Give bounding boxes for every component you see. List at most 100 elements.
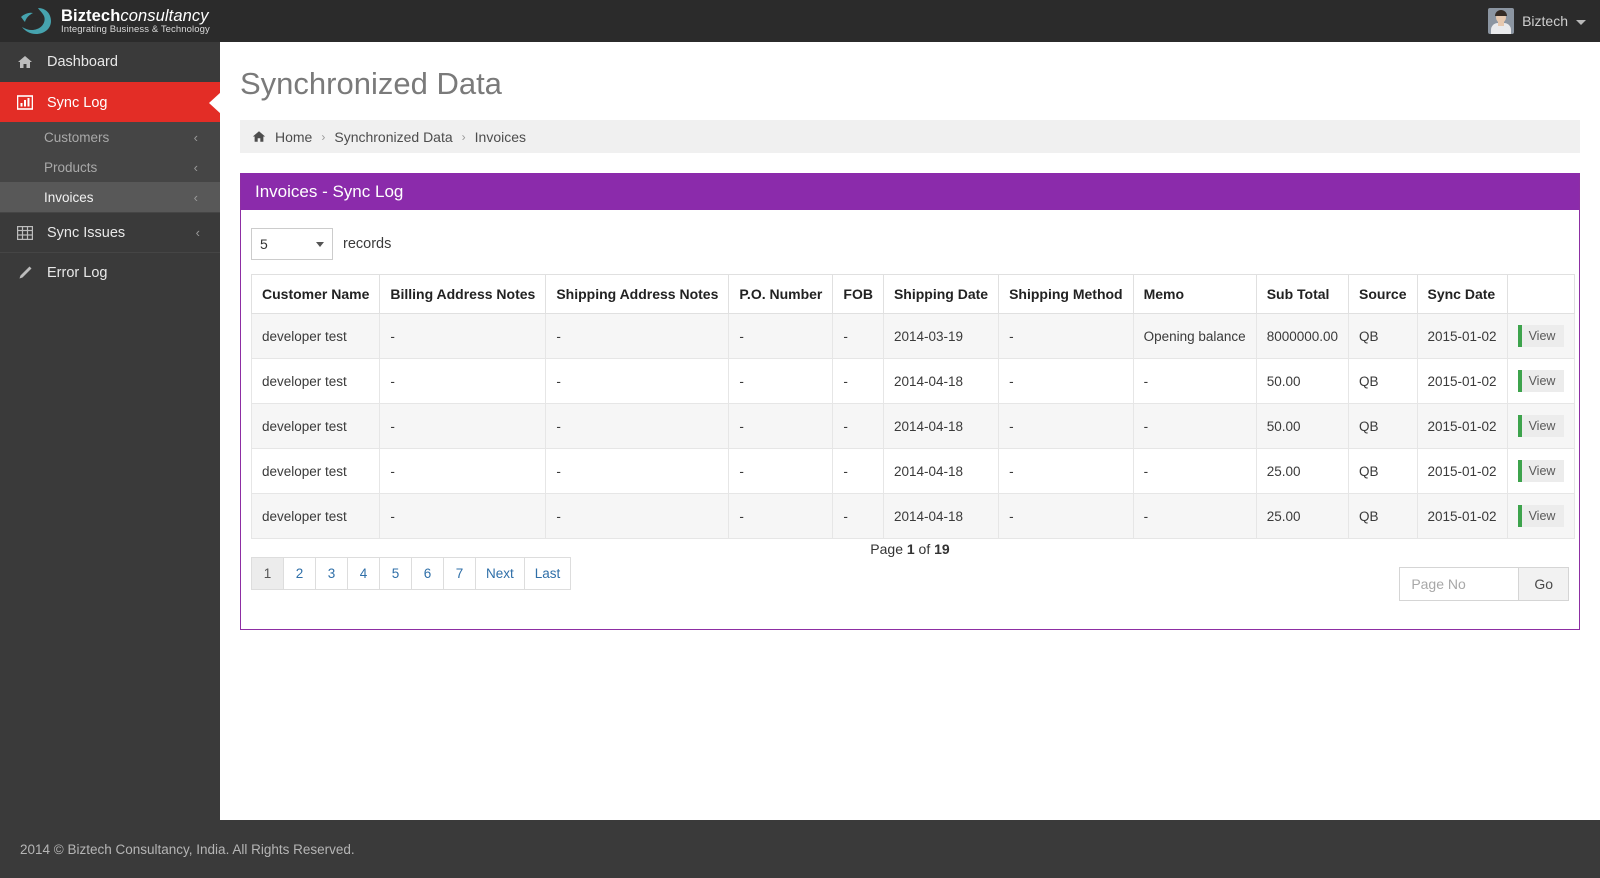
sidebar-subitem-label: Customers xyxy=(44,129,110,145)
view-button[interactable]: View xyxy=(1517,460,1565,482)
column-header-actions xyxy=(1506,274,1576,314)
records-per-page-select[interactable]: 5 xyxy=(251,228,333,260)
table-cell: - xyxy=(998,313,1134,359)
table-cell-actions: View xyxy=(1506,403,1576,449)
table-cell: QB xyxy=(1348,358,1418,404)
breadcrumb-item-invoices[interactable]: Invoices xyxy=(475,129,526,145)
user-menu[interactable]: Biztech xyxy=(1488,0,1586,42)
sidebar-subitem-customers[interactable]: Customers ‹ xyxy=(0,122,220,152)
swoosh-logo-icon xyxy=(18,6,52,36)
pagination-item-next[interactable]: Next xyxy=(476,558,525,589)
table-cell: - xyxy=(832,493,884,539)
page-no-input[interactable] xyxy=(1399,567,1520,601)
sidebar-item-sync-issues[interactable]: Sync Issues ‹ xyxy=(0,212,220,252)
table-grid-icon xyxy=(16,225,33,240)
pagination-item-3[interactable]: 3 xyxy=(316,558,348,589)
column-header-po-number: P.O. Number xyxy=(728,274,834,314)
table-cell: QB xyxy=(1348,448,1418,494)
breadcrumb: Home › Synchronized Data › Invoices xyxy=(240,120,1580,153)
table-cell: - xyxy=(545,493,730,539)
records-per-page-row: 5 records xyxy=(251,224,1569,274)
brand-tagline: Integrating Business & Technology xyxy=(61,24,210,36)
pagination: 1 2 3 4 5 6 7 Next Last xyxy=(251,557,572,590)
table-cell: - xyxy=(379,358,547,404)
sidebar-item-label: Error Log xyxy=(47,264,108,281)
table-cell-actions: View xyxy=(1506,358,1576,404)
footer-copyright: 2014 © Biztech Consultancy, India. All R… xyxy=(20,841,355,857)
home-icon xyxy=(16,55,33,69)
table-cell: 25.00 xyxy=(1255,493,1350,539)
table-cell: - xyxy=(832,403,884,449)
brand-title: Biztechconsultancy xyxy=(61,8,210,25)
panel-title: Invoices - Sync Log xyxy=(255,181,404,201)
table-cell: 2015-01-02 xyxy=(1416,448,1508,494)
table-cell: 50.00 xyxy=(1255,358,1350,404)
pagination-item-6[interactable]: 6 xyxy=(412,558,444,589)
column-header-customer-name: Customer Name xyxy=(250,274,381,314)
pagination-item-last[interactable]: Last xyxy=(524,558,571,589)
sidebar-item-dashboard[interactable]: Dashboard xyxy=(0,42,220,82)
table-cell: - xyxy=(379,448,547,494)
chevron-left-icon: ‹ xyxy=(193,189,198,205)
page-indicator: Page 1 of 19 xyxy=(870,541,949,557)
breadcrumb-separator-icon: › xyxy=(461,129,466,144)
column-header-fob: FOB xyxy=(832,274,884,314)
table-cell: - xyxy=(379,313,547,359)
user-name-label: Biztech xyxy=(1522,13,1568,29)
view-button[interactable]: View xyxy=(1517,415,1565,437)
home-icon xyxy=(252,130,266,143)
pagination-item-4[interactable]: 4 xyxy=(348,558,380,589)
table-cell: - xyxy=(545,403,730,449)
table-cell: QB xyxy=(1348,313,1418,359)
records-per-page-value: 5 xyxy=(260,236,268,252)
records-label: records xyxy=(343,236,392,252)
table-row: developer test - - - -2014-04-18- -50.00 QB 201… xyxy=(250,403,1576,449)
table-cell: - xyxy=(728,313,834,359)
invoices-table: Customer Name Billing Address Notes Ship… xyxy=(250,274,1576,539)
sidebar-item-sync-log[interactable]: Sync Log xyxy=(0,82,221,122)
sidebar-item-error-log[interactable]: Error Log xyxy=(0,252,220,292)
pagination-item-1[interactable]: 1 xyxy=(252,558,284,589)
pagination-item-2[interactable]: 2 xyxy=(284,558,316,589)
sidebar-subitem-invoices[interactable]: Invoices ‹ xyxy=(0,182,220,212)
pencil-icon xyxy=(16,265,33,281)
go-button[interactable]: Go xyxy=(1519,567,1569,601)
table-cell: 50.00 xyxy=(1255,403,1350,449)
view-button[interactable]: View xyxy=(1517,505,1565,527)
table-cell: - xyxy=(1132,448,1257,494)
pagination-item-5[interactable]: 5 xyxy=(380,558,412,589)
column-header-sync-date: Sync Date xyxy=(1416,274,1508,314)
breadcrumb-item-home[interactable]: Home xyxy=(275,129,312,145)
sidebar-subitem-products[interactable]: Products ‹ xyxy=(0,152,220,182)
top-bar: Biztechconsultancy Integrating Business … xyxy=(0,0,1600,42)
table-cell: 25.00 xyxy=(1255,448,1350,494)
table-cell: - xyxy=(832,358,884,404)
table-cell: - xyxy=(545,448,730,494)
page-indicator-middle: of xyxy=(914,541,935,557)
table-cell-actions: View xyxy=(1506,448,1576,494)
chevron-left-icon: ‹ xyxy=(193,129,198,145)
table-cell: developer test xyxy=(250,358,381,404)
column-header-memo: Memo xyxy=(1132,274,1257,314)
pagination-item-7[interactable]: 7 xyxy=(444,558,476,589)
brand-title-bold: Biztech xyxy=(61,7,121,26)
table-row: developer test - - - -2014-04-18- -25.00 QB 201… xyxy=(250,448,1576,494)
table-cell: 2014-03-19 xyxy=(882,313,1000,359)
panel-body: 5 records Customer Name Billing Address … xyxy=(241,210,1579,629)
table-cell: - xyxy=(1132,403,1257,449)
table-cell: - xyxy=(998,403,1134,449)
table-cell: 2015-01-02 xyxy=(1416,313,1508,359)
table-cell: - xyxy=(1132,358,1257,404)
view-button[interactable]: View xyxy=(1517,325,1565,347)
table-cell: 2014-04-18 xyxy=(882,448,1000,494)
table-header-row: Customer Name Billing Address Notes Ship… xyxy=(250,274,1576,314)
table-row: developer test - - - -2014-03-19- Opening bal… xyxy=(250,313,1576,359)
column-header-sub-total: Sub Total xyxy=(1255,274,1350,314)
breadcrumb-item-synchronized-data[interactable]: Synchronized Data xyxy=(334,129,452,145)
table-cell: QB xyxy=(1348,493,1418,539)
table-cell: - xyxy=(545,358,730,404)
sidebar-subitem-label: Products xyxy=(44,159,98,175)
brand-logo-area[interactable]: Biztechconsultancy Integrating Business … xyxy=(0,0,220,42)
view-button[interactable]: View xyxy=(1517,370,1565,392)
brand-title-italic: consultancy xyxy=(120,7,209,26)
